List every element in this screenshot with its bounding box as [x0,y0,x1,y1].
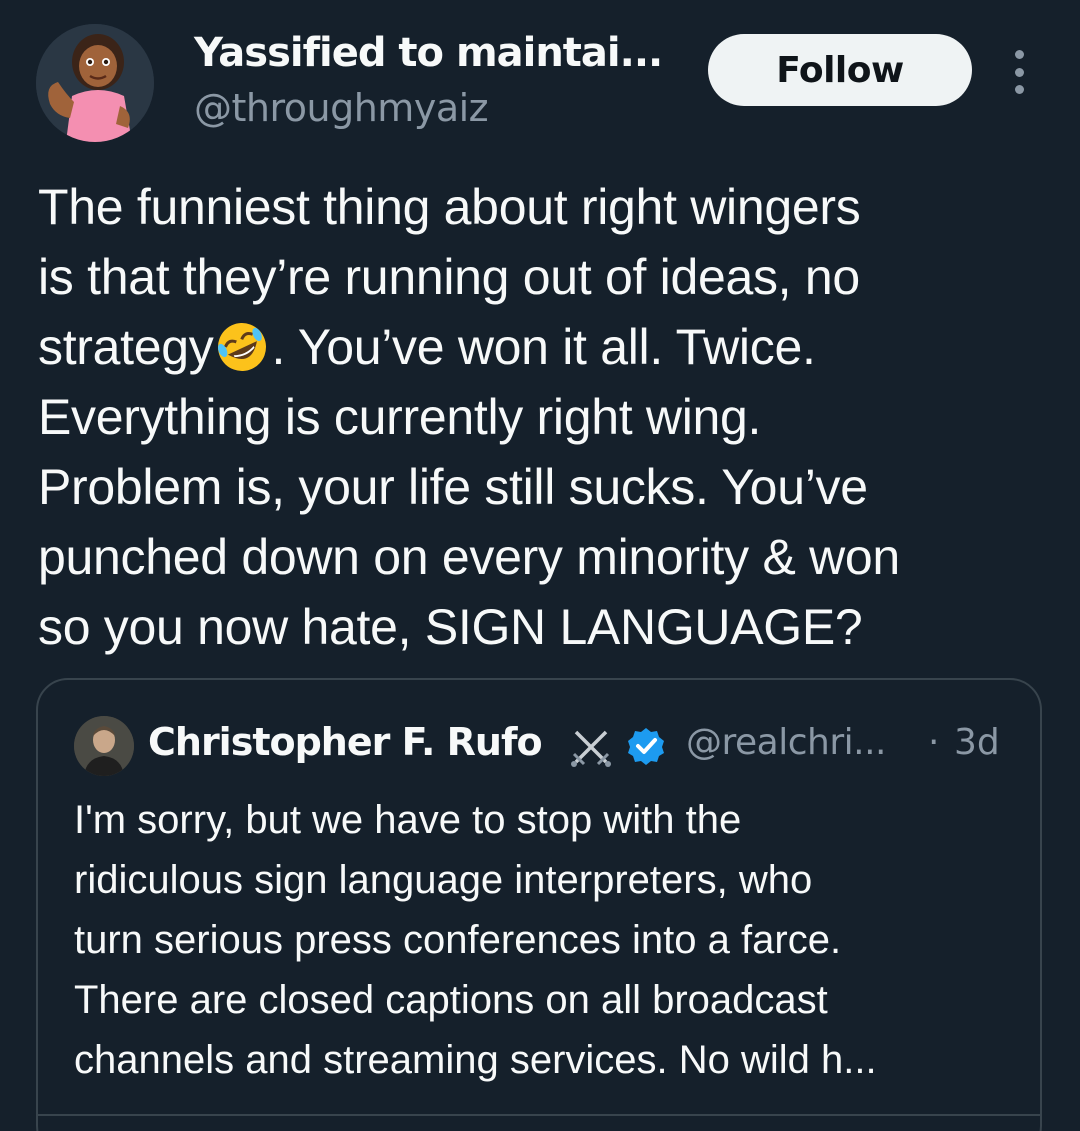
quoted-line: I'm sorry, but we have to stop with the [74,798,742,842]
quoted-timestamp[interactable]: 3d [954,722,1000,763]
follow-button[interactable]: Follow [708,34,972,106]
quoted-line: There are closed captions on all broadca… [74,978,828,1022]
tweet-line: Problem is, your life still sucks. You’v… [38,459,868,515]
verified-badge-icon [628,728,664,765]
tweet-line: Everything is currently right wing. [38,389,762,445]
woman-flexing-avatar-icon [36,24,154,142]
tweet-line: punched down on every minority & won [38,529,900,585]
quoted-author-handle[interactable]: @realchri... [686,722,886,763]
author-handle[interactable]: @throughmyaiz [194,86,489,130]
more-vertical-icon[interactable] [1004,50,1034,94]
quoted-author-avatar[interactable] [74,716,134,776]
more-dot [1014,50,1024,59]
tweet-header: Yassified to maintai... @throughmyaiz Fo… [36,24,1046,144]
quoted-tweet-card[interactable]: Christopher F. Rufo @realchri... · 3d I'… [36,678,1042,1131]
divider [38,1114,1040,1116]
tweet-line: The funniest thing about right wingers [38,179,861,235]
author-avatar[interactable] [36,24,154,142]
tweet-line-with-emoji: strategy . You’ve won it all. Twice. [38,312,1048,382]
tweet-line-part: . You’ve won it all. Twice. [271,319,816,375]
separator-dot: · [928,722,940,763]
author-display-name[interactable]: Yassified to maintai... [194,30,663,76]
more-dot [1014,85,1024,94]
more-dot [1014,67,1024,77]
tweet-line: is that they’re running out of ideas, no [38,249,860,305]
tweet-line: so you now hate, SIGN LANGUAGE? [38,599,863,655]
quoted-author-name[interactable]: Christopher F. Rufo [148,720,543,764]
rolling-on-floor-laughing-emoji-icon [215,320,269,374]
tweet-line-part: strategy [38,319,214,375]
person-avatar-icon [74,716,134,776]
quoted-line: turn serious press conferences into a fa… [74,918,842,962]
tweet-text: The funniest thing about right wingers i… [38,172,1048,662]
quoted-line: ridiculous sign language interpreters, w… [74,858,813,902]
quoted-line: channels and streaming services. No wild… [74,1038,877,1082]
crossed-swords-icon [571,730,611,767]
quoted-tweet-text: I'm sorry, but we have to stop with the … [74,790,1024,1090]
